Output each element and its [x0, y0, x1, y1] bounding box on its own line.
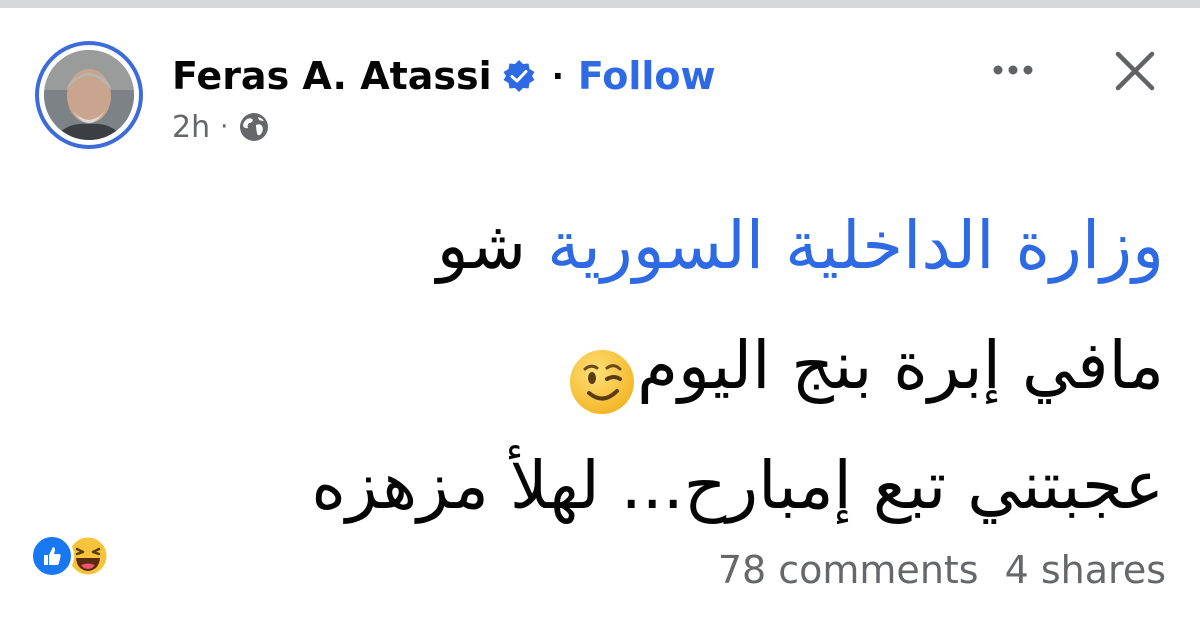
close-icon — [1115, 51, 1155, 91]
avatar[interactable] — [35, 41, 143, 149]
author-name[interactable]: Feras A. Atassi — [172, 54, 492, 98]
reactions-summary[interactable] — [30, 534, 110, 578]
comments-count-link[interactable]: 78 comments — [718, 548, 979, 592]
post-line-3: عجبتني تبع إمبارح... لهلأ مزهزه — [44, 426, 1164, 546]
like-icon — [30, 534, 74, 578]
post-meta: 2h · — [172, 106, 270, 148]
profile-photo — [44, 50, 134, 140]
post-body: وزارة الداخلية السورية شو مافي إبرة بنج … — [44, 186, 1164, 546]
post-text-segment: مافي إبرة بنج اليوم — [637, 327, 1164, 404]
author-row: Feras A. Atassi · Follow — [172, 48, 716, 104]
close-button[interactable] — [1110, 48, 1160, 96]
post-text-segment: شو — [436, 207, 527, 284]
winking-face-icon — [567, 335, 637, 414]
post-time[interactable]: 2h — [172, 110, 210, 145]
separator-dot: · — [551, 57, 564, 95]
more-horizontal-icon — [993, 65, 1033, 75]
post-stats: 78 comments 4 shares — [718, 540, 1166, 600]
post-line-2: مافي إبرة بنج اليوم — [44, 306, 1164, 426]
page-mention-link[interactable]: وزارة الداخلية السورية — [547, 207, 1164, 284]
follow-button[interactable]: Follow — [578, 54, 716, 98]
more-options-button[interactable] — [988, 50, 1038, 90]
meta-separator-dot: · — [220, 112, 229, 142]
post-line-1: وزارة الداخلية السورية شو — [44, 186, 1164, 306]
post-text-segment: عجبتني تبع إمبارح... لهلأ مزهزه — [311, 447, 1164, 524]
shares-count-link[interactable]: 4 shares — [1005, 548, 1166, 592]
globe-icon[interactable] — [238, 111, 270, 143]
top-divider — [0, 0, 1200, 8]
verified-badge-icon — [502, 59, 536, 93]
